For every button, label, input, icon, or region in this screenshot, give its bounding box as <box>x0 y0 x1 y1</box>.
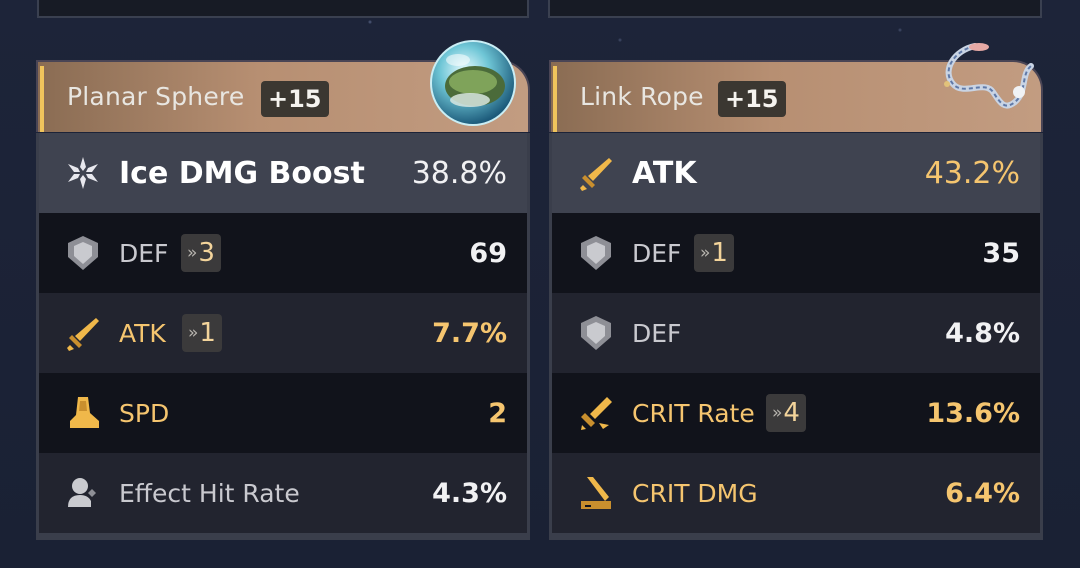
main-stat-name: Ice DMG Boost <box>119 155 365 191</box>
sub-stat-value: 4.3% <box>432 477 507 509</box>
crit-rate-icon <box>581 397 612 430</box>
main-stat-value: 43.2% <box>924 155 1020 191</box>
sub-stat-row: SPD 2 <box>39 373 527 453</box>
upgrade-count-badge: » 3 <box>181 234 221 272</box>
sub-stat-name: ATK <box>119 318 166 348</box>
sub-stat-value: 13.6% <box>926 397 1020 429</box>
relic-title: Planar Sphere <box>67 82 245 111</box>
sub-stat-row: DEF » 3 69 <box>39 213 527 293</box>
sub-stat-name: DEF <box>632 318 682 348</box>
sword-icon <box>67 318 99 351</box>
upgrade-count-badge: » 4 <box>766 394 806 432</box>
sub-stat-value: 6.4% <box>945 477 1020 509</box>
sub-stat-value: 7.7% <box>432 317 507 349</box>
stat-list: ATK 43.2% DEF » 1 35 DEF 4.8% CRIT Rate … <box>549 133 1043 540</box>
sub-stat-name: CRIT Rate <box>632 398 755 428</box>
sub-stat-row: DEF » 1 35 <box>552 213 1040 293</box>
effect-hit-icon <box>68 478 96 507</box>
chevron-icon: » <box>187 243 198 263</box>
relic-title: Link Rope <box>580 82 704 111</box>
main-stat-row: Ice DMG Boost 38.8% <box>39 133 527 213</box>
crit-dmg-icon <box>581 477 611 509</box>
sub-stat-row: ATK » 1 7.7% <box>39 293 527 373</box>
sub-stat-value: 35 <box>982 237 1020 269</box>
relic-level-badge: +15 <box>261 81 329 117</box>
upgrade-count-badge: » 1 <box>182 314 222 352</box>
ice-element-icon <box>68 157 98 189</box>
sub-stat-value: 69 <box>469 237 507 269</box>
sub-stat-value: 4.8% <box>945 317 1020 349</box>
stat-list: Ice DMG Boost 38.8% DEF » 3 69 ATK » 1 7.7… <box>36 133 530 540</box>
sub-stat-row: Effect Hit Rate 4.3% <box>39 453 527 533</box>
sub-stat-row: CRIT DMG 6.4% <box>552 453 1040 533</box>
header-accent <box>553 66 557 132</box>
upgrade-count-badge: » 1 <box>694 234 734 272</box>
sword-icon <box>580 158 612 191</box>
shield-icon <box>68 236 98 270</box>
link-rope-art <box>944 43 1034 109</box>
sub-stat-value: 2 <box>488 397 507 429</box>
boot-icon <box>70 397 99 428</box>
relic-level-badge: +15 <box>718 81 786 117</box>
main-stat-row: ATK 43.2% <box>552 133 1040 213</box>
relic-card-link-rope[interactable]: Link Rope +15 ATK 43.2% DEF » 1 35 DEF 4… <box>549 43 1043 540</box>
sub-stat-name: Effect Hit Rate <box>119 478 300 508</box>
main-stat-value: 38.8% <box>411 155 507 191</box>
sub-stat-row: CRIT Rate » 4 13.6% <box>552 373 1040 453</box>
shield-icon <box>581 236 611 270</box>
sub-stat-row: DEF 4.8% <box>552 293 1040 373</box>
sub-stat-name: CRIT DMG <box>632 478 758 508</box>
sub-stat-name: DEF <box>119 238 169 268</box>
previous-panel-left-edge <box>37 0 529 18</box>
previous-panel-right-edge <box>548 0 1042 18</box>
shield-icon <box>581 316 611 350</box>
main-stat-name: ATK <box>632 155 697 191</box>
chevron-icon: » <box>188 323 199 343</box>
header-accent <box>40 66 44 132</box>
sub-stat-name: DEF <box>632 238 682 268</box>
relic-card-planar-sphere[interactable]: Planar Sphere +15 Ice DMG Boost 38.8% DE… <box>36 40 530 540</box>
planar-sphere-art <box>430 40 516 126</box>
chevron-icon: » <box>700 243 711 263</box>
sub-stat-name: SPD <box>119 398 170 428</box>
chevron-icon: » <box>772 403 783 423</box>
